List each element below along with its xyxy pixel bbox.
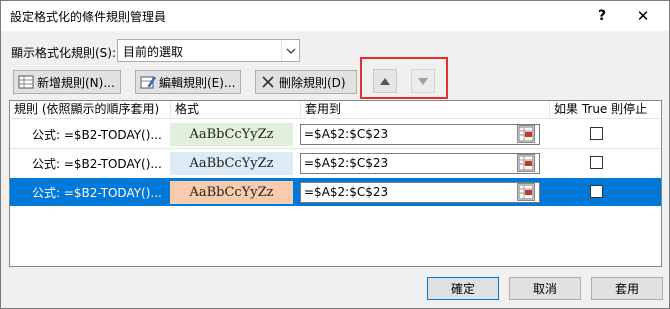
rule-row-3-selected[interactable]: 公式: =$B2-TODAY()... AaBbCcYyZz =$A$2:$C$… — [10, 178, 661, 206]
format-preview: AaBbCcYyZz — [170, 152, 293, 175]
stop-if-true-checkbox[interactable] — [590, 127, 603, 140]
highlight-annotation-box — [360, 57, 448, 99]
edit-rule-button[interactable]: 編輯規則(E)... — [135, 70, 241, 94]
cancel-button[interactable]: 取消 — [509, 277, 581, 300]
stop-if-true-checkbox[interactable] — [590, 185, 603, 198]
window-title: 設定格式化的條件規則管理員 — [10, 10, 167, 24]
title-bar: 設定格式化的條件規則管理員 ? ✕ — [1, 1, 669, 31]
column-header-rule[interactable]: 規則 (依照顯示的順序套用) — [10, 101, 171, 119]
close-button[interactable]: ✕ — [629, 5, 657, 27]
rule-formula: 公式: =$B2-TODAY()... — [32, 128, 162, 142]
new-rule-icon — [18, 74, 34, 90]
show-rules-select[interactable]: 目前的選取 — [117, 39, 300, 62]
edit-rule-icon — [140, 74, 156, 90]
new-rule-label: 新增規則(N)... — [37, 75, 115, 90]
apply-button[interactable]: 套用 — [591, 277, 663, 300]
rules-grid: 規則 (依照顯示的順序套用) 格式 套用到 如果 True 則停止 公式: =$… — [9, 100, 662, 267]
delete-rule-label: 刪除規則(D) — [279, 75, 346, 90]
column-header-format[interactable]: 格式 — [171, 101, 301, 119]
column-header-applies-to[interactable]: 套用到 — [301, 101, 550, 119]
range-select-icon[interactable] — [517, 125, 535, 143]
range-select-icon[interactable] — [517, 183, 535, 201]
applies-to-field[interactable]: =$A$2:$C$23 — [300, 124, 540, 145]
ok-button[interactable]: 確定 — [427, 277, 499, 300]
applies-to-field[interactable]: =$A$2:$C$23 — [300, 182, 540, 203]
column-header-stop-if-true[interactable]: 如果 True 則停止 — [550, 101, 661, 119]
format-preview: AaBbCcYyZz — [170, 181, 293, 204]
format-preview: AaBbCcYyZz — [170, 123, 293, 146]
help-button[interactable]: ? — [588, 5, 616, 27]
rule-formula: 公式: =$B2-TODAY()... — [32, 157, 162, 171]
stop-if-true-checkbox[interactable] — [590, 156, 603, 169]
delete-x-icon — [260, 74, 276, 90]
show-rules-selected-value: 目前的選取 — [123, 45, 184, 59]
delete-rule-button[interactable]: 刪除規則(D) — [255, 70, 357, 94]
edit-rule-label: 編輯規則(E)... — [159, 75, 236, 90]
new-rule-button[interactable]: 新增規則(N)... — [13, 70, 121, 94]
rule-row-1[interactable]: 公式: =$B2-TODAY()... AaBbCcYyZz =$A$2:$C$… — [10, 120, 661, 148]
range-select-icon[interactable] — [517, 154, 535, 172]
applies-to-field[interactable]: =$A$2:$C$23 — [300, 153, 540, 174]
chevron-down-icon[interactable] — [281, 40, 299, 61]
show-rules-label: 顯示格式化規則(S): — [11, 46, 117, 60]
conditional-format-rules-manager-dialog: 設定格式化的條件規則管理員 ? ✕ 顯示格式化規則(S): 目前的選取 新增規則… — [0, 0, 670, 309]
rule-row-2[interactable]: 公式: =$B2-TODAY()... AaBbCcYyZz =$A$2:$C$… — [10, 149, 661, 177]
rule-formula: 公式: =$B2-TODAY()... — [32, 186, 162, 200]
rules-toolbar: 新增規則(N)... 編輯規則(E)... 刪除規則(D) — [7, 68, 662, 96]
